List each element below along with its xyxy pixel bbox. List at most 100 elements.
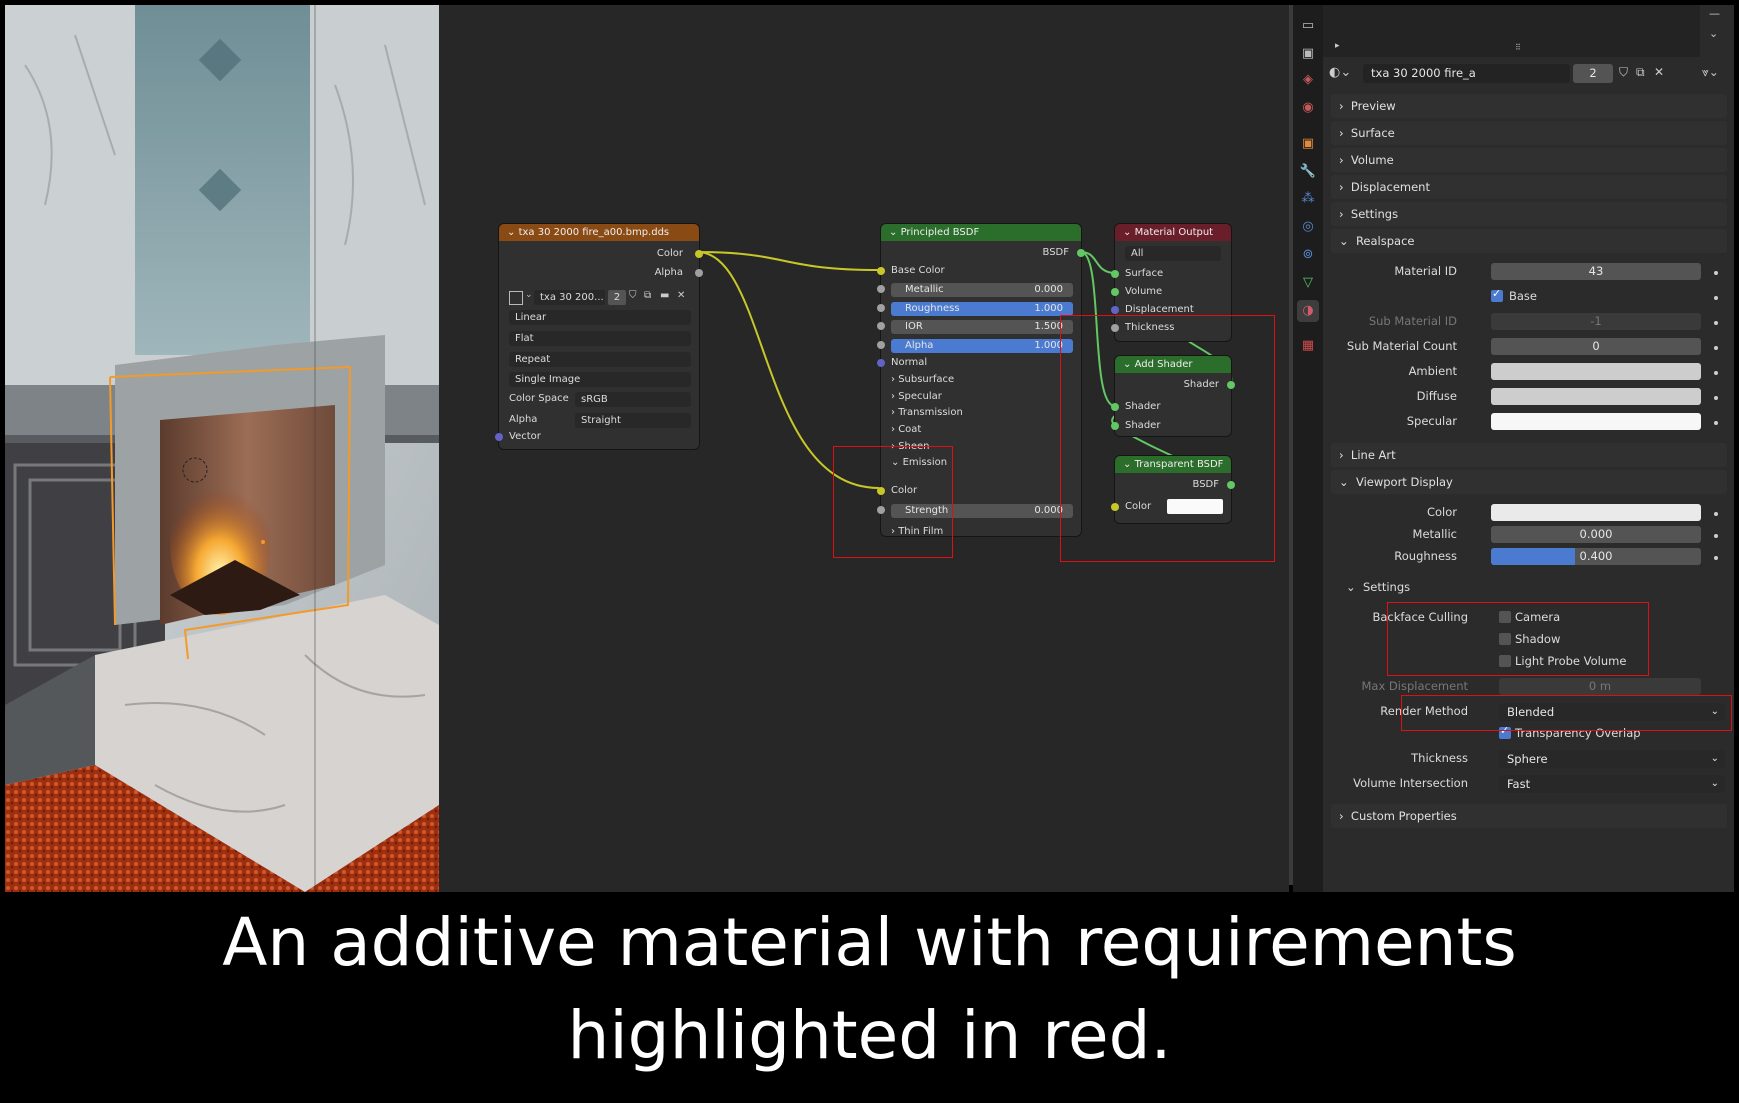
keyframe-dot[interactable] <box>1714 321 1718 325</box>
viewport-color-swatch[interactable] <box>1491 504 1701 521</box>
output-tab-icon[interactable]: ▣ <box>1297 43 1319 65</box>
extension-dropdown[interactable]: Repeat <box>509 352 691 367</box>
section-line-art[interactable]: › Line Art <box>1331 443 1727 467</box>
section-volume[interactable]: › Volume <box>1331 148 1727 172</box>
panel-specular[interactable]: › Specular <box>891 391 942 402</box>
section-settings[interactable]: › Settings <box>1331 202 1727 226</box>
section-custom-properties[interactable]: › Custom Properties <box>1331 804 1727 828</box>
ior-field[interactable]: IOR 1.500 <box>891 320 1073 334</box>
section-displacement[interactable]: › Displacement <box>1331 175 1727 199</box>
interpolation-dropdown[interactable]: Linear <box>509 310 691 325</box>
constraints-tab-icon[interactable]: ⊚ <box>1297 244 1319 266</box>
volume-input-socket[interactable] <box>1111 288 1119 296</box>
max-displacement-field[interactable]: 0 m <box>1499 678 1701 695</box>
panel-subsurface[interactable]: › Subsurface <box>891 374 954 385</box>
alpha-output-socket[interactable] <box>695 269 703 277</box>
base-checkbox[interactable]: ✓ <box>1491 287 1503 302</box>
keyframe-dot[interactable] <box>1714 534 1718 538</box>
surface-input-socket[interactable] <box>1111 270 1119 278</box>
material-users-count[interactable]: 2 <box>1573 64 1613 83</box>
chevron-down-icon[interactable]: ⌄ <box>1709 27 1718 40</box>
image-users-count[interactable]: 2 <box>608 290 626 305</box>
unlink-material-x-icon[interactable]: ✕ <box>1654 65 1664 79</box>
panel-coat[interactable]: › Coat <box>891 424 921 435</box>
panel-transmission[interactable]: › Transmission <box>891 407 963 418</box>
keyframe-dot[interactable] <box>1714 512 1718 516</box>
texture-tab-icon[interactable]: ▦ <box>1297 335 1319 357</box>
keyframe-dot[interactable] <box>1714 556 1718 560</box>
particles-tab-icon[interactable]: ⁂ <box>1297 188 1319 210</box>
viewport-settings-subpanel[interactable]: ⌄ Settings <box>1346 580 1410 594</box>
image-texture-node[interactable]: ⌄ txa 30 2000 fire_a00.bmp.dds Color Alp… <box>495 224 703 449</box>
section-viewport-display[interactable]: ⌄ Viewport Display <box>1331 470 1727 494</box>
keyframe-dot[interactable] <box>1714 421 1718 425</box>
material-slot-list[interactable]: ▸ ⠿ <box>1323 5 1700 57</box>
specular-color-swatch[interactable] <box>1491 413 1701 430</box>
bsdf-output-socket[interactable] <box>1077 249 1085 257</box>
image-browse-icon[interactable] <box>509 291 523 305</box>
bsdf-node-header[interactable]: ⌄ Principled BSDF <box>881 224 1081 241</box>
keyframe-dot[interactable] <box>1714 271 1718 275</box>
image-name-field[interactable]: txa 30 200... <box>534 290 605 305</box>
render-tab-icon[interactable]: ▭ <box>1297 15 1319 37</box>
viewport-roughness-field[interactable]: 0.400 <box>1491 548 1701 565</box>
keyframe-dot[interactable] <box>1714 371 1718 375</box>
thickness-dropdown[interactable]: Sphere ⌄ <box>1499 750 1725 768</box>
open-folder-icon[interactable]: ▬ <box>660 290 669 301</box>
chevron-down-icon[interactable]: ⌄ <box>525 290 533 300</box>
normal-socket[interactable] <box>877 359 885 367</box>
diffuse-color-swatch[interactable] <box>1491 388 1701 405</box>
material-tab-icon[interactable]: ◑ <box>1297 300 1319 322</box>
node-tree-filter-icon[interactable]: ⩔⌄ <box>1702 65 1719 80</box>
collapse-chevron-icon[interactable]: ⌄ <box>507 227 519 238</box>
material-properties-panel[interactable]: ▸ ⠿ — ⌄ ◐⌄ txa 30 2000 fire_a 2 ⛉ ⧉ ✕ ⩔⌄… <box>1323 5 1734 892</box>
view-layer-tab-icon[interactable]: ◈ <box>1297 69 1319 91</box>
output-node-header[interactable]: ⌄ Material Output <box>1115 224 1231 241</box>
displacement-input-socket[interactable] <box>1111 306 1119 314</box>
metallic-socket[interactable] <box>877 285 885 293</box>
material-browse-icon[interactable]: ◐⌄ <box>1329 65 1351 80</box>
material-name-field[interactable]: txa 30 2000 fire_a <box>1363 64 1570 83</box>
section-realspace[interactable]: ⌄ Realspace <box>1331 229 1727 253</box>
keyframe-dot[interactable] <box>1714 346 1718 350</box>
collapse-chevron-icon[interactable]: ⌄ <box>1123 227 1135 238</box>
source-dropdown[interactable]: Single Image <box>509 372 691 387</box>
object-data-tab-icon[interactable]: ▽ <box>1297 272 1319 294</box>
volume-intersection-dropdown[interactable]: Fast ⌄ <box>1499 775 1725 793</box>
image-datablock[interactable]: ⌄ txa 30 200... 2 ⛉ ⧉ ▬ ✕ <box>509 290 691 306</box>
expand-triangle-icon[interactable]: ▸ <box>1335 41 1340 51</box>
scene-tab-icon[interactable]: ◉ <box>1297 97 1319 119</box>
keyframe-dot[interactable] <box>1714 296 1718 300</box>
physics-tab-icon[interactable]: ◎ <box>1297 216 1319 238</box>
sub-material-id-field[interactable]: -1 <box>1491 313 1701 330</box>
keyframe-dot[interactable] <box>1714 396 1718 400</box>
projection-dropdown[interactable]: Flat <box>509 331 691 346</box>
roughness-socket[interactable] <box>877 304 885 312</box>
vector-input-socket[interactable] <box>495 433 503 441</box>
viewport-metallic-field[interactable]: 0.000 <box>1491 526 1701 543</box>
metallic-field[interactable]: Metallic 0.000 <box>891 283 1073 297</box>
base-color-socket[interactable] <box>877 267 885 275</box>
slot-menu-icon[interactable]: — <box>1709 7 1720 20</box>
ior-socket[interactable] <box>877 322 885 330</box>
3d-viewport[interactable] <box>5 5 439 892</box>
object-tab-icon[interactable]: ▣ <box>1297 133 1319 155</box>
alpha-mode-dropdown[interactable]: Straight <box>575 413 691 428</box>
shader-node-editor[interactable]: ⌄ txa 30 2000 fire_a00.bmp.dds Color Alp… <box>439 5 1289 892</box>
image-node-header[interactable]: ⌄ txa 30 2000 fire_a00.bmp.dds <box>499 224 699 241</box>
output-target-dropdown[interactable]: All <box>1125 246 1221 261</box>
fake-user-shield-icon[interactable]: ⛉ <box>1619 65 1628 80</box>
resize-handle-icon[interactable]: ⠿ <box>1515 43 1521 52</box>
material-id-field[interactable]: 43 <box>1491 263 1701 280</box>
alpha-field[interactable]: Alpha 1.000 <box>891 339 1073 353</box>
collapse-chevron-icon[interactable]: ⌄ <box>889 227 901 238</box>
section-surface[interactable]: › Surface <box>1331 121 1727 145</box>
modifier-wrench-icon[interactable]: 🔧 <box>1297 161 1319 183</box>
duplicate-icon[interactable]: ⧉ <box>644 290 651 301</box>
section-preview[interactable]: › Preview <box>1331 94 1727 118</box>
sub-material-count-field[interactable]: 0 <box>1491 338 1701 355</box>
fake-user-shield-icon[interactable]: ⛉ <box>629 290 637 301</box>
ambient-color-swatch[interactable] <box>1491 363 1701 380</box>
duplicate-material-icon[interactable]: ⧉ <box>1636 65 1645 80</box>
unlink-x-icon[interactable]: ✕ <box>677 290 685 301</box>
